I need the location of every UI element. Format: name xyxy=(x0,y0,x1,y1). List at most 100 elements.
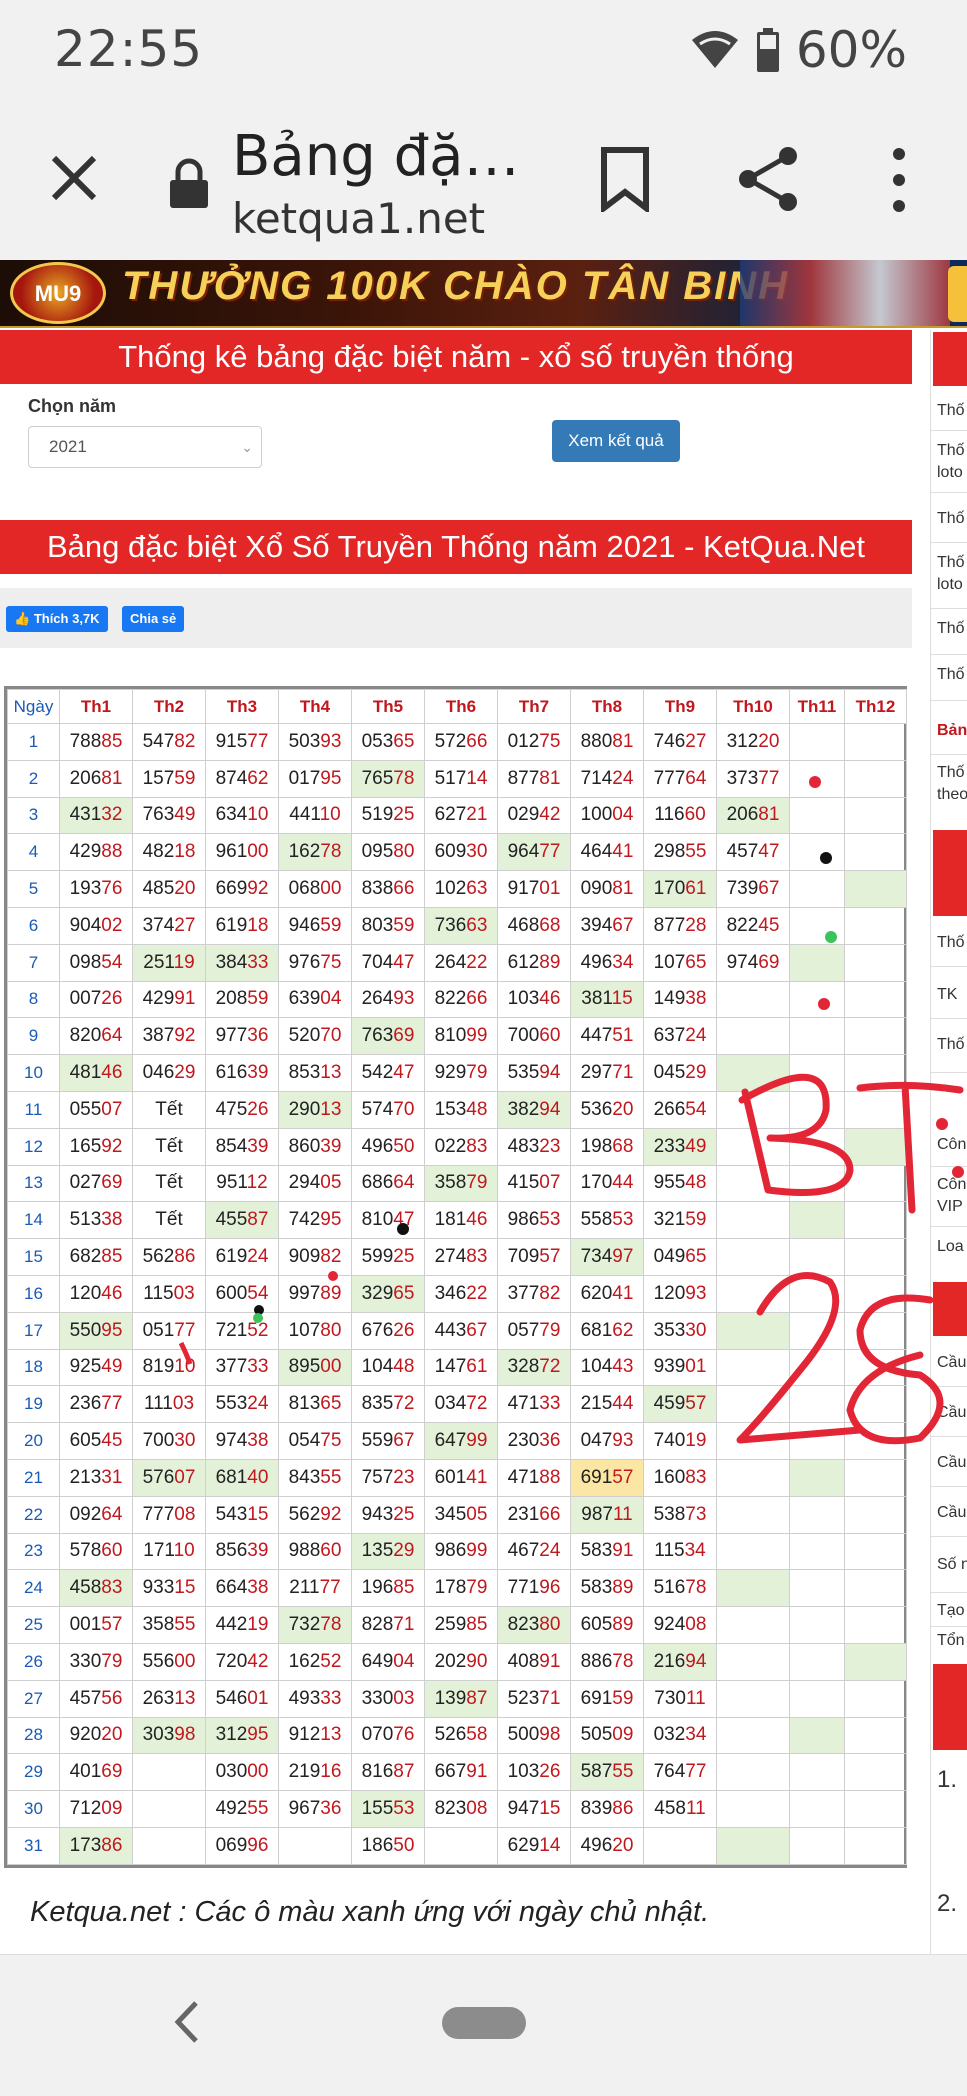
result-cell xyxy=(716,1826,790,1865)
result-cell: 09081 xyxy=(570,870,644,908)
result-cell xyxy=(789,1238,845,1276)
number-prefix: 162 xyxy=(288,1650,321,1672)
result-cell xyxy=(844,1385,907,1424)
result-cell: 09580 xyxy=(351,833,425,872)
number-last-two: 25 xyxy=(393,1246,415,1268)
sidebar-item[interactable]: Cầu xyxy=(937,1354,966,1372)
sidebar-item[interactable]: Bản xyxy=(937,722,967,740)
sidebar-item[interactable]: Thố xyxy=(937,510,965,528)
sidebar-item[interactable]: 1. xyxy=(937,1766,957,1794)
sidebar-item[interactable]: loto xyxy=(937,576,963,594)
promo-banner[interactable]: MU9 THƯỞNG 100K CHÀO TÂN BINH xyxy=(0,260,967,328)
sidebar-item[interactable]: theo xyxy=(937,786,967,804)
sidebar-item[interactable]: Thố xyxy=(937,934,965,952)
result-cell: 55853 xyxy=(570,1201,644,1240)
number-prefix: 572 xyxy=(434,730,467,752)
share-icon[interactable] xyxy=(734,144,804,214)
number-last-two: 78 xyxy=(685,1577,707,1599)
number-prefix: 895 xyxy=(288,1356,321,1378)
number-prefix: 843 xyxy=(288,1466,321,1488)
column-header-month: Th5 xyxy=(351,689,425,724)
result-cell: 19685 xyxy=(351,1569,425,1608)
result-cell xyxy=(844,1201,907,1240)
result-cell: 13987 xyxy=(424,1679,498,1718)
sidebar-item[interactable]: Thố xyxy=(937,764,965,782)
close-icon[interactable] xyxy=(44,148,104,208)
number-last-two: 65 xyxy=(320,1393,342,1415)
sidebar-item[interactable]: Thố xyxy=(937,620,965,638)
sidebar-item[interactable]: Côn xyxy=(937,1176,966,1194)
result-cell: 82266 xyxy=(424,980,498,1019)
number-last-two: 20 xyxy=(612,1834,634,1856)
result-cell xyxy=(844,1422,907,1460)
number-prefix: 838 xyxy=(361,878,394,900)
result-cell: 40891 xyxy=(497,1642,571,1681)
number-last-two: 14 xyxy=(466,767,488,789)
result-cell xyxy=(844,1790,907,1828)
number-prefix: 312 xyxy=(726,730,759,752)
result-cell: 69159 xyxy=(570,1679,644,1718)
sidebar-item[interactable]: Tổn xyxy=(937,1632,965,1650)
result-cell xyxy=(844,980,907,1019)
number-prefix: 170 xyxy=(580,1172,613,1194)
result-cell: 53620 xyxy=(570,1090,644,1129)
bookmark-icon[interactable] xyxy=(598,146,652,212)
sidebar-item[interactable]: Loa xyxy=(937,1238,964,1256)
day-cell: 6 xyxy=(7,906,60,945)
result-cell: 87462 xyxy=(205,759,279,798)
number-prefix: 012 xyxy=(507,730,540,752)
sidebar-item[interactable]: VIP xyxy=(937,1198,963,1216)
sidebar-item[interactable]: Thố xyxy=(937,402,965,420)
home-pill[interactable] xyxy=(442,2007,526,2039)
sidebar-divider xyxy=(931,966,967,967)
number-prefix: 682 xyxy=(69,1246,102,1268)
table-row: 9 82064 38792 97736 52070 76369 81099 70060 4475… xyxy=(7,1017,907,1056)
result-cell: 34622 xyxy=(424,1274,498,1313)
sidebar-item[interactable]: Cầu xyxy=(937,1404,966,1422)
sidebar-item[interactable]: loto xyxy=(937,464,963,482)
number-prefix: 947 xyxy=(507,1798,540,1819)
facebook-share-button[interactable]: Chia sẻ xyxy=(122,606,185,632)
number-prefix: 443 xyxy=(434,1319,467,1341)
facebook-like-button[interactable]: 👍 Thích 3,7K xyxy=(6,606,108,632)
sidebar-item[interactable]: Côn xyxy=(937,1136,966,1154)
number-prefix: 001 xyxy=(69,1614,102,1636)
number-last-two: 59 xyxy=(685,1209,707,1231)
number-last-two: 64 xyxy=(101,1503,123,1525)
sidebar-item[interactable]: Cầu xyxy=(937,1454,966,1472)
number-last-two: 46 xyxy=(101,1062,123,1084)
sidebar-item[interactable]: Thố xyxy=(937,666,965,684)
sidebar-item[interactable]: Thố xyxy=(937,1036,965,1054)
sidebar-item[interactable]: Thố xyxy=(937,554,965,572)
number-prefix: 505 xyxy=(580,1724,613,1746)
page-title[interactable]: Bảng đặ… xyxy=(232,124,519,189)
result-cell: 55600 xyxy=(132,1642,206,1681)
result-cell: 32159 xyxy=(643,1201,717,1240)
table-row: 8 00726 42991 20859 63904 26493 82266 10346 3811… xyxy=(7,980,907,1019)
result-cell: 68664 xyxy=(351,1164,425,1203)
result-cell: 42991 xyxy=(132,980,206,1019)
result-cell xyxy=(844,833,907,872)
sidebar-item[interactable]: Tạo xyxy=(937,1602,965,1620)
result-cell: 62914 xyxy=(497,1826,571,1865)
back-icon[interactable] xyxy=(172,1999,202,2045)
sidebar-item[interactable]: Thố xyxy=(937,442,965,460)
sidebar-item[interactable]: 2. xyxy=(937,1890,957,1918)
year-select[interactable]: 2021 ⌄ xyxy=(28,426,262,468)
result-cell: 16278 xyxy=(278,833,352,872)
result-cell: 63904 xyxy=(278,980,352,1019)
number-last-two: 71 xyxy=(539,1687,561,1709)
view-results-button[interactable]: Xem kết quả xyxy=(552,420,680,462)
number-last-two: 55 xyxy=(685,841,707,863)
more-options-icon[interactable] xyxy=(884,144,914,216)
number-last-two: 00 xyxy=(174,1650,196,1672)
number-last-two: 47 xyxy=(393,951,415,973)
number-prefix: 457 xyxy=(69,1687,102,1709)
page-url[interactable]: ketqua1.net xyxy=(232,194,485,243)
sidebar-item[interactable]: Cầu xyxy=(937,1504,966,1522)
number-last-two: 55 xyxy=(612,1761,634,1783)
result-cell: 49333 xyxy=(278,1679,352,1718)
sidebar-item[interactable]: Số n xyxy=(937,1556,967,1574)
number-prefix: 464 xyxy=(580,841,613,863)
sidebar-item[interactable]: TK xyxy=(937,986,957,1004)
